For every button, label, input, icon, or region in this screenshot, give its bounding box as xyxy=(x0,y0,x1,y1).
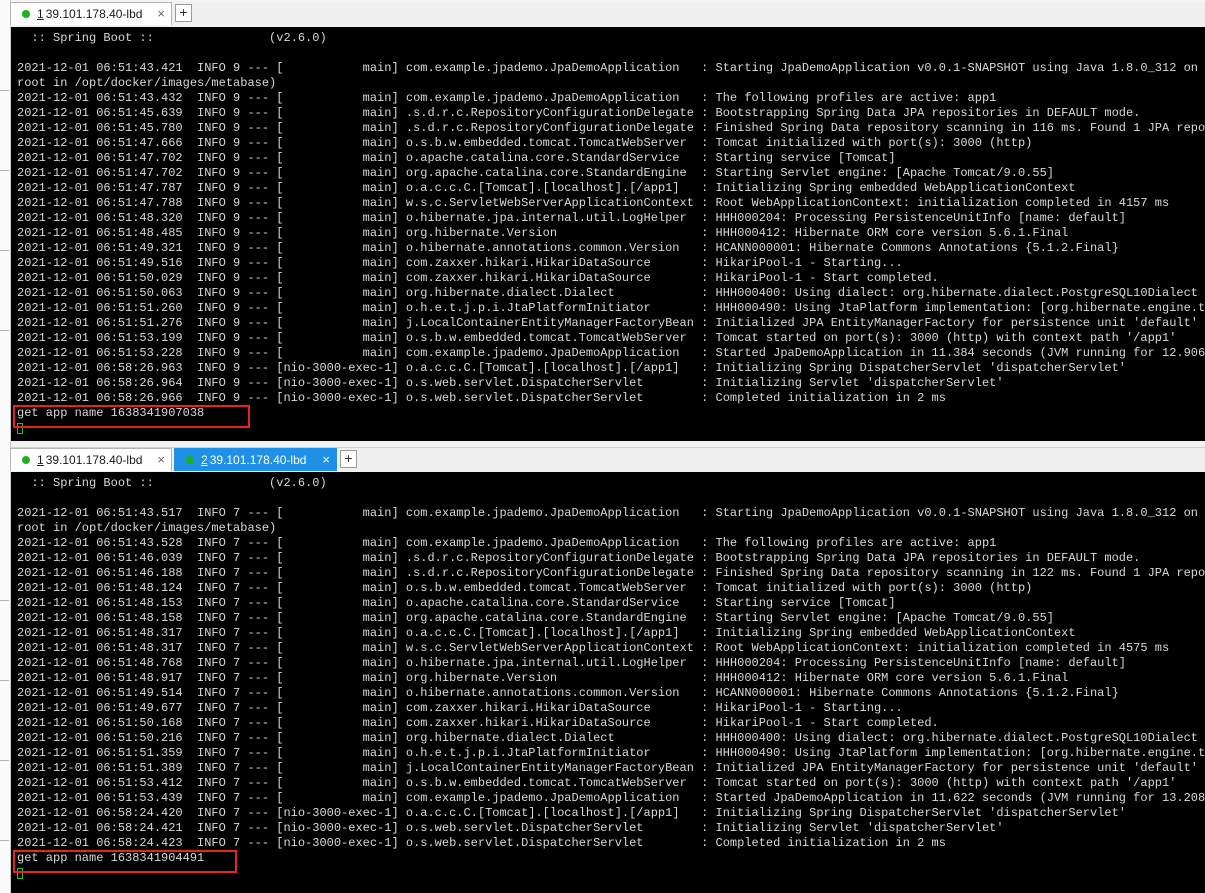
divider xyxy=(0,90,9,91)
terminal-line: 2021-12-01 06:51:50.168 INFO 7 --- [ mai… xyxy=(17,716,939,730)
terminal-line: 2021-12-01 06:51:51.260 INFO 9 --- [ mai… xyxy=(17,301,1205,315)
tab-session-1[interactable]: 1 39.101.178.40-lbd × xyxy=(10,448,172,471)
tab-number: 1 xyxy=(37,7,44,21)
highlight-box xyxy=(13,850,237,873)
connected-dot-icon xyxy=(22,10,30,18)
tab-number: 1 xyxy=(37,453,44,467)
divider xyxy=(0,760,9,761)
tab-session-2[interactable]: 2 39.101.178.40-lbd × xyxy=(174,448,337,471)
terminal-top[interactable]: :: Spring Boot :: (v2.6.0) 2021-12-01 06… xyxy=(11,27,1205,441)
terminal-line: 2021-12-01 06:51:47.666 INFO 9 --- [ mai… xyxy=(17,136,1033,150)
terminal-line: 2021-12-01 06:51:43.528 INFO 7 --- [ mai… xyxy=(17,536,997,550)
terminal-line: root in /opt/docker/images/metabase) xyxy=(17,521,277,535)
terminal-line: 2021-12-01 06:51:48.768 INFO 7 --- [ mai… xyxy=(17,656,1126,670)
terminal-line: 2021-12-01 06:51:47.787 INFO 9 --- [ mai… xyxy=(17,181,1076,195)
terminal-line: :: Spring Boot :: (v2.6.0) xyxy=(17,31,327,45)
terminal-line: 2021-12-01 06:51:45.639 INFO 9 --- [ mai… xyxy=(17,106,1141,120)
terminal-line: 2021-12-01 06:51:47.702 INFO 9 --- [ mai… xyxy=(17,151,896,165)
terminal-line: :: Spring Boot :: (v2.6.0) xyxy=(17,476,327,490)
connected-dot-icon xyxy=(22,456,30,464)
terminal-line: root in /opt/docker/images/metabase) xyxy=(17,76,277,90)
terminal-line: 2021-12-01 06:58:26.964 INFO 9 --- [nio-… xyxy=(17,376,1004,390)
terminal-line: 2021-12-01 06:51:48.320 INFO 9 --- [ mai… xyxy=(17,211,1126,225)
highlight-box xyxy=(13,405,250,428)
terminal-line: 2021-12-01 06:51:51.359 INFO 7 --- [ mai… xyxy=(17,746,1205,760)
terminal-line: 2021-12-01 06:51:48.124 INFO 7 --- [ mai… xyxy=(17,581,1033,595)
terminal-line: 2021-12-01 06:51:51.389 INFO 7 --- [ mai… xyxy=(17,761,1198,775)
divider xyxy=(0,330,9,331)
terminal-line: 2021-12-01 06:51:53.199 INFO 9 --- [ mai… xyxy=(17,331,1177,345)
terminal-line: 2021-12-01 06:51:48.153 INFO 7 --- [ mai… xyxy=(17,596,896,610)
divider xyxy=(0,680,9,681)
terminal-line: 2021-12-01 06:51:43.517 INFO 7 --- [ mai… xyxy=(17,506,1205,520)
terminal-line: 2021-12-01 06:51:53.439 INFO 7 --- [ mai… xyxy=(17,791,1205,805)
add-tab-button[interactable]: + xyxy=(175,4,192,22)
divider xyxy=(0,600,9,601)
tab-label: 39.101.178.40-lbd xyxy=(45,453,143,467)
close-icon[interactable]: × xyxy=(322,452,330,468)
terminal-line: 2021-12-01 06:51:48.158 INFO 7 --- [ mai… xyxy=(17,611,1054,625)
close-icon[interactable]: × xyxy=(157,452,165,468)
terminal-line: 2021-12-01 06:51:50.029 INFO 9 --- [ mai… xyxy=(17,271,939,285)
terminal-line: 2021-12-01 06:51:48.917 INFO 7 --- [ mai… xyxy=(17,671,1069,685)
terminal-line: 2021-12-01 06:51:46.188 INFO 7 --- [ mai… xyxy=(17,566,1205,580)
terminal-line: 2021-12-01 06:51:47.788 INFO 9 --- [ mai… xyxy=(17,196,1170,210)
tab-bar-top: 1 39.101.178.40-lbd × + xyxy=(10,2,1205,26)
terminal-line: 2021-12-01 06:51:50.216 INFO 7 --- [ mai… xyxy=(17,731,1198,745)
add-tab-button[interactable]: + xyxy=(340,450,357,468)
terminal-line: 2021-12-01 06:58:26.963 INFO 9 --- [nio-… xyxy=(17,361,1126,375)
terminal-line: 2021-12-01 06:58:26.966 INFO 9 --- [nio-… xyxy=(17,391,946,405)
tab-session-1[interactable]: 1 39.101.178.40-lbd × xyxy=(10,2,172,25)
terminal-line: 2021-12-01 06:51:53.412 INFO 7 --- [ mai… xyxy=(17,776,1177,790)
terminal-line: 2021-12-01 06:51:43.421 INFO 9 --- [ mai… xyxy=(17,61,1205,75)
terminal-line: 2021-12-01 06:51:50.063 INFO 9 --- [ mai… xyxy=(17,286,1198,300)
terminal-line: 2021-12-01 06:51:47.702 INFO 9 --- [ mai… xyxy=(17,166,1054,180)
terminal-line: 2021-12-01 06:51:45.780 INFO 9 --- [ mai… xyxy=(17,121,1205,135)
divider xyxy=(0,170,9,171)
terminal-line: 2021-12-01 06:51:49.321 INFO 9 --- [ mai… xyxy=(17,241,1119,255)
terminal-bottom[interactable]: :: Spring Boot :: (v2.6.0) 2021-12-01 06… xyxy=(11,472,1205,893)
terminal-line: 2021-12-01 06:51:53.228 INFO 9 --- [ mai… xyxy=(17,346,1205,360)
tab-label: 39.101.178.40-lbd xyxy=(45,7,143,21)
terminal-line: 2021-12-01 06:51:49.516 INFO 9 --- [ mai… xyxy=(17,256,903,270)
terminal-line: 2021-12-01 06:58:24.420 INFO 7 --- [nio-… xyxy=(17,806,1126,820)
terminal-line: 2021-12-01 06:51:49.677 INFO 7 --- [ mai… xyxy=(17,701,903,715)
close-icon[interactable]: × xyxy=(157,6,165,22)
terminal-line: 2021-12-01 06:51:46.039 INFO 7 --- [ mai… xyxy=(17,551,1141,565)
terminal-output: :: Spring Boot :: (v2.6.0) 2021-12-01 06… xyxy=(17,476,1205,881)
terminal-line: 2021-12-01 06:51:48.317 INFO 7 --- [ mai… xyxy=(17,626,1076,640)
terminal-line: 2021-12-01 06:51:48.485 INFO 9 --- [ mai… xyxy=(17,226,1069,240)
terminal-line: 2021-12-01 06:51:43.432 INFO 9 --- [ mai… xyxy=(17,91,997,105)
terminal-line: 2021-12-01 06:51:48.317 INFO 7 --- [ mai… xyxy=(17,641,1170,655)
terminal-line: 2021-12-01 06:58:24.423 INFO 7 --- [nio-… xyxy=(17,836,946,850)
tab-number: 2 xyxy=(201,453,208,467)
terminal-line: 2021-12-01 06:51:51.276 INFO 9 --- [ mai… xyxy=(17,316,1198,330)
connected-dot-icon xyxy=(186,456,194,464)
divider xyxy=(0,250,9,251)
divider xyxy=(0,840,9,841)
terminal-output: :: Spring Boot :: (v2.6.0) 2021-12-01 06… xyxy=(17,31,1205,436)
tab-bar-bottom: 1 39.101.178.40-lbd × 2 39.101.178.40-lb… xyxy=(10,447,1205,472)
terminal-line: 2021-12-01 06:58:24.421 INFO 7 --- [nio-… xyxy=(17,821,1004,835)
tab-label: 39.101.178.40-lbd xyxy=(209,453,307,467)
terminal-line: 2021-12-01 06:51:49.514 INFO 7 --- [ mai… xyxy=(17,686,1119,700)
